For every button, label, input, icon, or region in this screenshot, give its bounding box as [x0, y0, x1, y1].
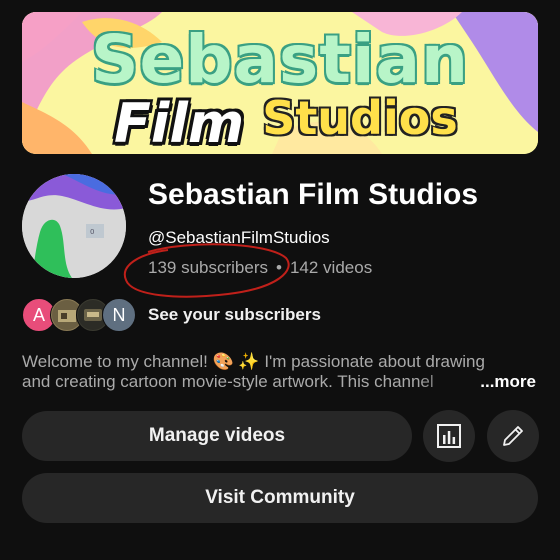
subscriber-count: 139 subscribers	[148, 258, 269, 277]
visit-community-button[interactable]: Visit Community	[22, 473, 538, 523]
video-count: 142 videos	[289, 258, 373, 277]
channel-avatar[interactable]: 0	[22, 174, 126, 278]
channel-handle: @SebastianFilmStudios	[148, 228, 330, 247]
manage-videos-button[interactable]: Manage videos	[22, 411, 412, 461]
avatar-art: 0	[22, 174, 126, 278]
description-line2: and creating cartoon movie-style artwork…	[22, 372, 434, 391]
description-line1: Welcome to my channel! 🎨 ✨ I'm passionat…	[22, 352, 485, 371]
subscriber-avatar-n: N	[102, 298, 136, 332]
pencil-icon	[503, 426, 523, 446]
see-subscribers-link[interactable]: See your subscribers	[148, 305, 321, 325]
banner-title-line1: Sebastian	[90, 21, 470, 98]
banner-title-line2: Film Studios	[114, 91, 458, 154]
banner-word-studios: Studios	[262, 91, 458, 145]
channel-banner[interactable]: Sebastian Film Studios	[22, 12, 538, 154]
channel-stats: 139 subscribers • 142 videos	[148, 258, 372, 278]
channel-description[interactable]: Welcome to my channel! 🎨 ✨ I'm passionat…	[22, 352, 538, 392]
more-link[interactable]: ...more	[476, 372, 536, 392]
stats-separator: •	[276, 258, 282, 277]
description-fade	[416, 372, 476, 392]
channel-name: Sebastian Film Studios	[148, 178, 479, 211]
banner-word-film: Film	[114, 92, 245, 154]
analytics-button[interactable]	[423, 410, 475, 462]
bar-chart-icon	[437, 424, 461, 448]
subscriber-avatars[interactable]: A N	[22, 298, 136, 332]
svg-text:0: 0	[90, 228, 94, 236]
edit-channel-button[interactable]	[487, 410, 539, 462]
